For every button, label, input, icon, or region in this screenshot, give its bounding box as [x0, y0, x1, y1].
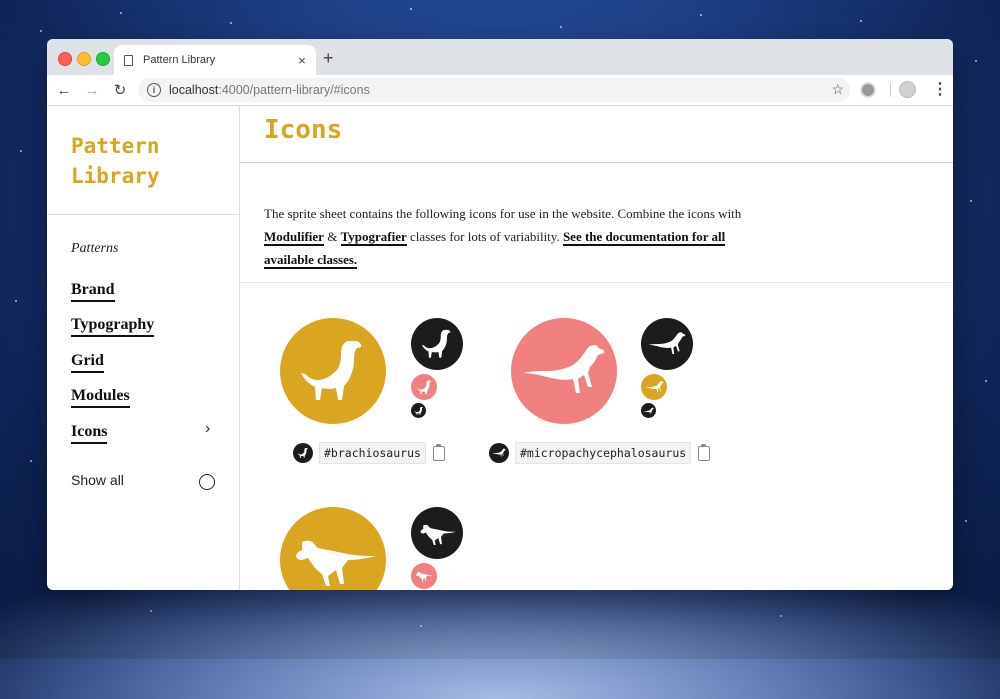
brachiosaurus-pink-icon — [411, 374, 437, 400]
sidebar-item-grid[interactable]: Grid — [71, 352, 104, 373]
raptor-large-icon — [280, 507, 386, 590]
minimize-window-button[interactable] — [77, 52, 91, 66]
brachiosaurus-large-icon — [280, 318, 386, 424]
micropachycephalosaurus-badge-icon — [489, 443, 509, 463]
sidebar-item-modules[interactable]: Modules — [71, 387, 130, 408]
description: The sprite sheet contains the following … — [264, 202, 774, 271]
forward-button[interactable]: → — [81, 82, 103, 99]
close-window-button[interactable] — [58, 52, 72, 66]
toolbar-divider — [890, 83, 891, 97]
browser-window: Pattern Library × + ← → ↻ i localhost:40… — [47, 39, 953, 590]
maximize-window-button[interactable] — [96, 52, 110, 66]
patterns-heading: Patterns — [71, 241, 119, 256]
icon-id-code[interactable]: #micropachycephalosaurus — [515, 442, 692, 464]
micropachycephalosaurus-black-icon — [641, 318, 693, 370]
browser-menu-icon[interactable]: ⋮ — [932, 79, 948, 99]
show-all-label: Show all — [71, 472, 124, 488]
info-icon[interactable]: i — [147, 83, 161, 97]
url-path: :4000/pattern-library/#icons — [218, 83, 370, 97]
section-divider — [240, 282, 953, 283]
clipboard-icon[interactable] — [432, 443, 445, 461]
brachiosaurus-copy-row: #brachiosaurus — [293, 442, 445, 464]
sidebar-item-typography[interactable]: Typography — [71, 316, 155, 337]
page-title: Icons — [264, 115, 343, 145]
description-amp: & — [323, 229, 341, 244]
description-text-2: classes for lots of variability. — [406, 229, 563, 244]
extension-icon[interactable] — [860, 82, 876, 98]
sidebar-item-brand[interactable]: Brand — [71, 281, 115, 302]
description-text-1: The sprite sheet contains the following … — [264, 206, 742, 221]
tab-bar: Pattern Library × + — [47, 39, 953, 75]
brachiosaurus-black-icon — [411, 318, 463, 370]
profile-avatar[interactable] — [899, 81, 916, 98]
typografier-link[interactable]: Typografier — [340, 229, 407, 246]
brachiosaurus-badge-icon — [293, 443, 313, 463]
back-button[interactable]: ← — [53, 82, 75, 99]
chevron-right-icon[interactable]: › — [205, 420, 210, 438]
new-tab-button[interactable]: + — [323, 48, 334, 69]
raptor-black-icon — [411, 507, 463, 559]
brachiosaurus-tiny-icon — [411, 403, 426, 418]
page-content: Pattern Library Patterns Brand Typograph… — [47, 105, 953, 590]
micropachycephalosaurus-tiny-icon — [641, 403, 656, 418]
sidebar-item-icons[interactable]: Icons — [71, 423, 108, 444]
micropachycephalosaurus-copy-row: #micropachycephalosaurus — [489, 442, 711, 464]
document-icon — [124, 54, 133, 66]
main-content: Icons The sprite sheet contains the foll… — [240, 105, 953, 590]
site-logo[interactable]: Pattern Library — [71, 131, 160, 191]
url-host: localhost — [169, 83, 219, 97]
sidebar-divider — [47, 214, 239, 215]
clipboard-icon[interactable] — [698, 443, 711, 461]
micropachycephalosaurus-large-icon — [511, 318, 617, 424]
tab-close-icon[interactable]: × — [294, 53, 310, 68]
title-divider — [240, 162, 953, 163]
show-all-toggle[interactable] — [199, 474, 215, 490]
tab-pattern-library[interactable]: Pattern Library × — [114, 45, 316, 75]
address-bar: ← → ↻ i localhost:4000/pattern-library/#… — [47, 75, 953, 106]
icon-id-code[interactable]: #brachiosaurus — [319, 442, 426, 464]
micropachycephalosaurus-gold-icon — [641, 374, 667, 400]
reload-button[interactable]: ↻ — [109, 81, 131, 99]
sidebar: Pattern Library Patterns Brand Typograph… — [47, 105, 240, 590]
tab-title: Pattern Library — [143, 54, 216, 66]
logo-line-2: Library — [71, 164, 160, 188]
logo-line-1: Pattern — [71, 134, 160, 158]
modulifier-link[interactable]: Modulifier — [264, 229, 324, 246]
url-input[interactable]: i localhost:4000/pattern-library/#icons … — [138, 78, 850, 102]
raptor-pink-icon — [411, 563, 437, 589]
bookmark-star-icon[interactable]: ☆ — [831, 81, 844, 98]
